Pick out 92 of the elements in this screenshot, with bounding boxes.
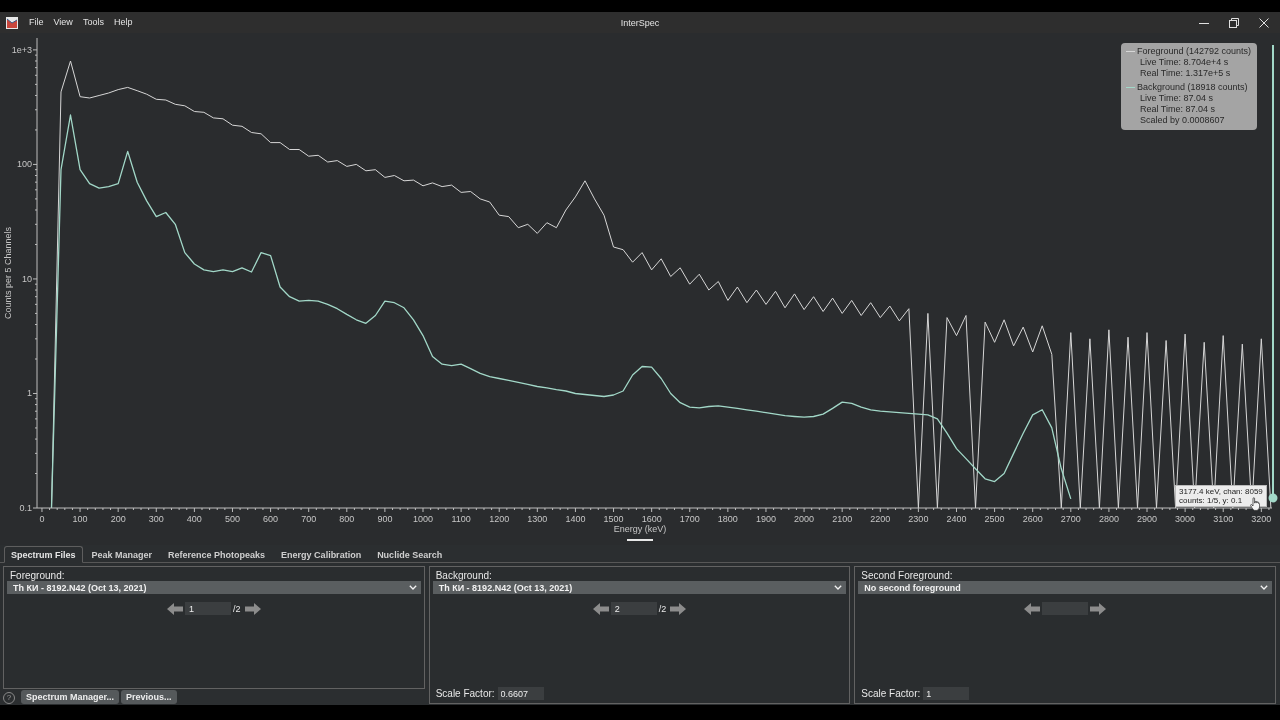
- x-tick-label: 1800: [717, 514, 738, 524]
- x-tick-label: 3100: [1213, 514, 1234, 524]
- x-tick-label: 3000: [1175, 514, 1196, 524]
- restore-icon: [1229, 17, 1239, 28]
- left-arrow-icon[interactable]: [592, 602, 609, 615]
- y-tick-label: 100: [16, 159, 32, 170]
- y-tick-label: 1e+3: [11, 44, 32, 55]
- sample-number-field[interactable]: 1: [185, 602, 232, 615]
- x-tick-label: 1300: [527, 514, 548, 524]
- x-tick-label: 400: [186, 514, 202, 524]
- sample-count: /2: [658, 603, 667, 614]
- x-tick-label: 2900: [1137, 514, 1158, 524]
- sample-number-field[interactable]: 2: [610, 602, 657, 615]
- x-tick-label: 600: [263, 514, 279, 524]
- x-tick-label: 700: [301, 514, 317, 524]
- right-arrow-icon[interactable]: [244, 602, 261, 615]
- right-arrow-icon[interactable]: [1090, 602, 1107, 615]
- menu-item[interactable]: Tools: [77, 12, 109, 33]
- resize-handle[interactable]: [627, 539, 653, 541]
- x-tick-label: 2200: [870, 514, 891, 524]
- x-tick-label: 1700: [679, 514, 700, 524]
- menu-item[interactable]: View: [48, 12, 78, 33]
- x-tick-label: 800: [339, 514, 355, 524]
- panel-label: Background:: [434, 570, 493, 581]
- x-tick-label: 1100: [451, 514, 471, 524]
- menu-item[interactable]: File: [24, 12, 49, 33]
- left-arrow-icon[interactable]: [1024, 602, 1041, 615]
- axis-title: Counts per 5 Channels: [3, 226, 13, 320]
- x-tick-label: 200: [110, 514, 126, 524]
- x-tick-label: 1500: [603, 514, 624, 524]
- scale-factor-field[interactable]: 0.6607: [497, 687, 544, 700]
- file-select[interactable]: No second foreground: [858, 581, 1272, 594]
- x-tick-label: 2300: [908, 514, 929, 524]
- legend-text: Scaled by 0.0008607: [1139, 115, 1226, 126]
- tooltip-text: 3177.4 keV, chan: 8059: [1179, 487, 1263, 496]
- x-tick-label: 900: [377, 514, 393, 524]
- x-tick-label: 1200: [489, 514, 510, 524]
- sample-number-field[interactable]: [1042, 602, 1089, 615]
- left-arrow-icon[interactable]: [167, 602, 184, 615]
- x-tick-label: 2500: [984, 514, 1005, 524]
- tooltip-text: counts: 1/5, y: 0.1: [1179, 496, 1243, 505]
- legend-text: Live Time: 87.04 s: [1139, 93, 1215, 104]
- chevron-down-icon: [834, 585, 843, 590]
- range-slider-handle[interactable]: [1268, 45, 1278, 503]
- x-tick-label: 2000: [794, 514, 815, 524]
- x-tick-label: 2700: [1060, 514, 1081, 524]
- tab[interactable]: Nuclide Search: [370, 546, 450, 563]
- chevron-down-icon: [408, 585, 417, 590]
- panel-button[interactable]: Previous...: [121, 690, 177, 704]
- x-tick-label: 3200: [1251, 514, 1272, 524]
- tab[interactable]: Peak Manager: [84, 546, 160, 563]
- legend-line-icon: [1126, 87, 1135, 88]
- legend-text: Real Time: 87.04 s: [1139, 104, 1217, 115]
- tab[interactable]: Energy Calibration: [274, 546, 369, 563]
- window-title: InterSpec: [620, 17, 660, 28]
- sample-count: /2: [233, 603, 241, 614]
- chevron-down-icon: [1260, 585, 1268, 590]
- legend-text: Real Time: 1.317e+5 s: [1139, 68, 1232, 79]
- axis-title: Energy (keV): [613, 524, 667, 534]
- x-tick-label: 2100: [832, 514, 853, 524]
- x-tick-label: 1600: [641, 514, 662, 524]
- close-icon: [1259, 17, 1269, 28]
- x-tick-label: 1400: [565, 514, 586, 524]
- scale-factor-label: Scale Factor:: [435, 688, 495, 699]
- x-tick-label: 300: [148, 514, 164, 524]
- y-tick-label: 1: [27, 388, 32, 399]
- file-select[interactable]: Th КИ - 8192.N42 (Oct 13, 2021): [432, 581, 847, 594]
- legend-line-icon: [1126, 51, 1135, 52]
- menu-item[interactable]: Help: [108, 12, 138, 33]
- tab[interactable]: Reference Photopeaks: [161, 546, 273, 563]
- legend-text: Live Time: 8.704e+4 s: [1139, 57, 1230, 68]
- x-tick-label: 1900: [755, 514, 776, 524]
- panel-button[interactable]: Spectrum Manager...: [21, 690, 120, 704]
- y-tick-label: 10: [22, 273, 32, 284]
- x-tick-label: 2600: [1022, 514, 1043, 524]
- x-tick-label: 2800: [1098, 514, 1119, 524]
- x-tick-label: 1000: [413, 514, 433, 524]
- x-tick-label: 500: [224, 514, 240, 524]
- x-tick-label: 100: [72, 514, 88, 524]
- app-logo-icon: [6, 16, 18, 29]
- scale-factor-field[interactable]: 1: [923, 687, 970, 700]
- legend-title: Background (18918 counts): [1137, 82, 1248, 93]
- x-tick-label: 0: [39, 514, 45, 524]
- panel-label: Second Foreground:: [860, 570, 954, 581]
- panel-label: Foreground:: [9, 570, 66, 581]
- scale-factor-label: Scale Factor:: [861, 688, 921, 699]
- y-tick-label: 0.1: [19, 503, 32, 513]
- file-select[interactable]: Th КИ - 8192.N42 (Oct 13, 2021): [7, 581, 421, 594]
- tab[interactable]: Spectrum Files: [4, 546, 83, 563]
- right-arrow-icon[interactable]: [670, 602, 687, 615]
- legend-title: Foreground (142792 counts): [1137, 46, 1252, 57]
- x-tick-label: 2400: [946, 514, 967, 524]
